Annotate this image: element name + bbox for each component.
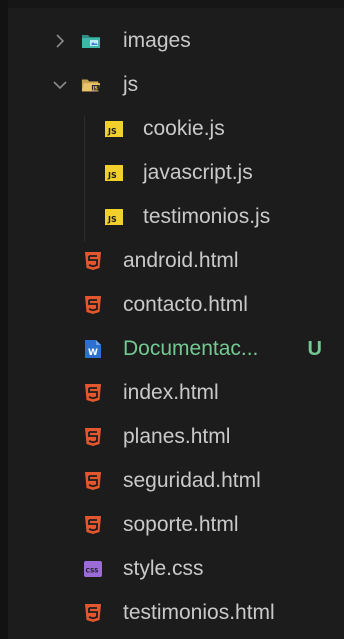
html5-icon bbox=[83, 427, 103, 447]
tree-item-label: index.html bbox=[123, 381, 219, 404]
tree-item-label: soporte.html bbox=[123, 513, 239, 536]
panel-top-border bbox=[0, 0, 344, 8]
svg-text:JS: JS bbox=[107, 171, 117, 180]
html5-icon bbox=[83, 251, 103, 271]
svg-text:W: W bbox=[88, 348, 98, 358]
svg-text:JS: JS bbox=[107, 215, 117, 224]
tree-item-android-html[interactable]: android.html bbox=[8, 240, 344, 282]
svg-text:CSS: CSS bbox=[86, 568, 99, 575]
tree-item-label: style.css bbox=[123, 557, 204, 580]
tree-item-label: seguridad.html bbox=[123, 469, 261, 492]
tree-item-index-html[interactable]: index.html bbox=[8, 372, 344, 414]
tree-item-label: javascript.js bbox=[143, 161, 253, 184]
html5-icon bbox=[83, 471, 103, 491]
html5-icon bbox=[83, 295, 103, 315]
svg-text:JS: JS bbox=[107, 127, 117, 136]
tree-item-planes-html[interactable]: planes.html bbox=[8, 416, 344, 458]
tree-item-label: testimonios.js bbox=[143, 205, 271, 228]
tree-item-js[interactable]: JS js bbox=[8, 64, 344, 106]
tree-item-testimonios-js[interactable]: JS testimonios.js bbox=[8, 196, 344, 238]
js-file-icon: JS bbox=[104, 207, 124, 227]
tree-item-cookie-js[interactable]: JS cookie.js bbox=[8, 108, 344, 150]
tree-item-label: js bbox=[123, 73, 139, 96]
panel-left-border bbox=[0, 0, 8, 639]
chevron-right-icon[interactable] bbox=[52, 33, 68, 49]
images-folder-icon bbox=[81, 31, 101, 51]
git-untracked-badge: U bbox=[307, 337, 322, 360]
word-document-icon: W bbox=[83, 339, 103, 359]
css-file-icon: CSS bbox=[83, 559, 103, 579]
tree-item-label: testimonios.html bbox=[123, 601, 275, 624]
js-folder-icon: JS bbox=[81, 75, 101, 95]
tree-item-images[interactable]: images bbox=[8, 20, 344, 62]
file-explorer-tree: images JS js JS cookie.js JS javascript.… bbox=[8, 8, 344, 639]
tree-item-label: contacto.html bbox=[123, 293, 248, 316]
html5-icon bbox=[83, 515, 103, 535]
tree-item-label: cookie.js bbox=[143, 117, 225, 140]
html5-icon bbox=[83, 603, 103, 623]
tree-item-seguridad-html[interactable]: seguridad.html bbox=[8, 460, 344, 502]
tree-item-label: Documentac... bbox=[123, 337, 259, 360]
tree-item-label: android.html bbox=[123, 249, 239, 272]
js-file-icon: JS bbox=[104, 119, 124, 139]
tree-item-testimonios-html[interactable]: testimonios.html bbox=[8, 592, 344, 634]
tree-item-contacto-html[interactable]: contacto.html bbox=[8, 284, 344, 326]
tree-item-style-css[interactable]: CSS style.css bbox=[8, 548, 344, 590]
tree-item-label: planes.html bbox=[123, 425, 231, 448]
tree-item-soporte-html[interactable]: soporte.html bbox=[8, 504, 344, 546]
tree-item-javascript-js[interactable]: JS javascript.js bbox=[8, 152, 344, 194]
chevron-down-icon[interactable] bbox=[52, 77, 68, 93]
explorer-window: images JS js JS cookie.js JS javascript.… bbox=[0, 0, 344, 639]
html5-icon bbox=[83, 383, 103, 403]
js-file-icon: JS bbox=[104, 163, 124, 183]
tree-item-label: images bbox=[123, 29, 191, 52]
tree-item-documentacion[interactable]: W Documentac... U bbox=[8, 328, 344, 370]
svg-text:JS: JS bbox=[92, 86, 98, 92]
